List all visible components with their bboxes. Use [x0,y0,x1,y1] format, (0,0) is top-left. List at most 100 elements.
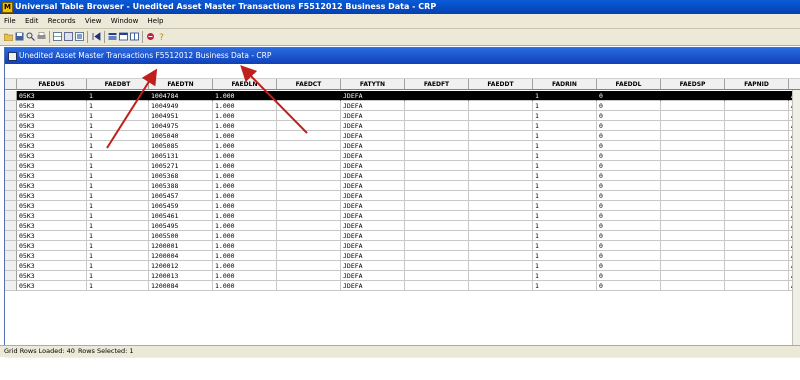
table-cell[interactable] [277,111,341,121]
table-cell[interactable]: 0 [597,231,661,241]
table-cell[interactable] [661,121,725,131]
table-cell[interactable] [405,251,469,261]
table-cell[interactable]: JDEFA [341,91,405,101]
table-cell[interactable]: 1 [533,191,597,201]
table-cell[interactable]: 1 [87,121,149,131]
table-cell[interactable] [725,171,789,181]
table-cell[interactable]: 1.000 [213,141,277,151]
table-row[interactable]: 05K3110049751.000JDEFA10A [5,121,800,131]
table-cell[interactable]: 1 [87,91,149,101]
row-header[interactable] [5,191,17,201]
table-cell[interactable] [405,231,469,241]
table-cell[interactable]: 05K3 [17,221,87,231]
table-cell[interactable]: 1005459 [149,201,213,211]
table-cell[interactable] [725,91,789,101]
table-cell[interactable]: 1 [87,161,149,171]
row-header[interactable] [5,181,17,191]
table-cell[interactable] [661,161,725,171]
table-cell[interactable] [405,211,469,221]
table-cell[interactable]: 0 [597,171,661,181]
table-cell[interactable]: 0 [597,201,661,211]
row-header[interactable] [5,91,17,101]
table-cell[interactable] [405,111,469,121]
table-cell[interactable]: JDEFA [341,131,405,141]
table-cell[interactable]: 0 [597,181,661,191]
table-cell[interactable]: 1.000 [213,211,277,221]
table-cell[interactable]: 05K3 [17,211,87,221]
table-cell[interactable]: 0 [597,121,661,131]
table-cell[interactable]: 1 [533,121,597,131]
table-cell[interactable]: 1 [87,261,149,271]
table-cell[interactable]: 0 [597,141,661,151]
table-cell[interactable] [277,221,341,231]
table-cell[interactable]: 1 [533,271,597,281]
row-header[interactable] [5,111,17,121]
table-cell[interactable] [469,121,533,131]
table-row[interactable]: 05K3110049491.000JDEFA10A [5,101,800,111]
table-cell[interactable]: 1 [533,231,597,241]
table-cell[interactable]: JDEFA [341,201,405,211]
table-cell[interactable] [405,191,469,201]
table-cell[interactable]: JDEFA [341,241,405,251]
table-cell[interactable]: 0 [597,191,661,201]
table-row[interactable]: 05K3110050401.000JDEFA10A [5,131,800,141]
table-cell[interactable]: 1200004 [149,251,213,261]
table-cell[interactable]: JDEFA [341,141,405,151]
table-cell[interactable]: 0 [597,101,661,111]
table-cell[interactable]: 1 [533,181,597,191]
table-cell[interactable] [661,241,725,251]
table-cell[interactable] [725,271,789,281]
menu-window[interactable]: Window [107,14,142,28]
table-cell[interactable]: 1 [87,211,149,221]
table-cell[interactable] [277,261,341,271]
table-cell[interactable]: 0 [597,221,661,231]
table-cell[interactable] [469,221,533,231]
row-header[interactable] [5,261,17,271]
table-cell[interactable]: 05K3 [17,111,87,121]
table-cell[interactable]: 1 [533,211,597,221]
table-row[interactable]: 05K3110050851.000JDEFA10A [5,141,800,151]
table-cell[interactable] [725,121,789,131]
data-grid[interactable]: FAEDUS FAEDBT FAEDTN FAEDLN FAEDCT FATYTN FAED… [5,66,800,380]
table-cell[interactable]: JDEFA [341,181,405,191]
table-cell[interactable]: 05K3 [17,161,87,171]
table-cell[interactable] [277,101,341,111]
table-cell[interactable] [277,211,341,221]
table-cell[interactable] [725,111,789,121]
table-cell[interactable]: JDEFA [341,271,405,281]
grid-icon[interactable] [53,32,62,41]
table-cell[interactable]: JDEFA [341,211,405,221]
table-cell[interactable]: 1.000 [213,181,277,191]
table-cell[interactable] [469,251,533,261]
table-cell[interactable]: 1 [533,91,597,101]
filter-icon[interactable] [75,32,84,41]
row-header[interactable] [5,161,17,171]
table-row[interactable]: 05K3110054611.000JDEFA10A [5,211,800,221]
table-cell[interactable] [661,151,725,161]
prev-icon[interactable] [108,32,117,41]
table-cell[interactable] [661,171,725,181]
table-cell[interactable]: 1 [87,231,149,241]
table-cell[interactable] [277,121,341,131]
table-cell[interactable]: JDEFA [341,111,405,121]
table-cell[interactable] [469,181,533,191]
table-cell[interactable]: 1 [87,201,149,211]
table-row[interactable]: 05K3110054951.000JDEFA10A [5,221,800,231]
table-row[interactable]: 05K3110052711.000JDEFA10A [5,161,800,171]
column-header[interactable] [789,79,800,90]
table-cell[interactable]: 05K3 [17,231,87,241]
table-row[interactable]: 05K3112000841.000JDEFA10A [5,281,800,291]
table-cell[interactable] [405,131,469,141]
table-cell[interactable] [725,261,789,271]
table-cell[interactable] [469,241,533,251]
table-cell[interactable] [277,271,341,281]
open-icon[interactable] [4,32,13,41]
table-cell[interactable]: JDEFA [341,221,405,231]
table-cell[interactable]: 1200084 [149,281,213,291]
table-cell[interactable]: JDEFA [341,191,405,201]
table-cell[interactable]: 1 [87,151,149,161]
table-cell[interactable]: JDEFA [341,121,405,131]
table-cell[interactable] [405,121,469,131]
column-header[interactable]: FAEDUS [17,79,87,90]
table-cell[interactable] [405,271,469,281]
